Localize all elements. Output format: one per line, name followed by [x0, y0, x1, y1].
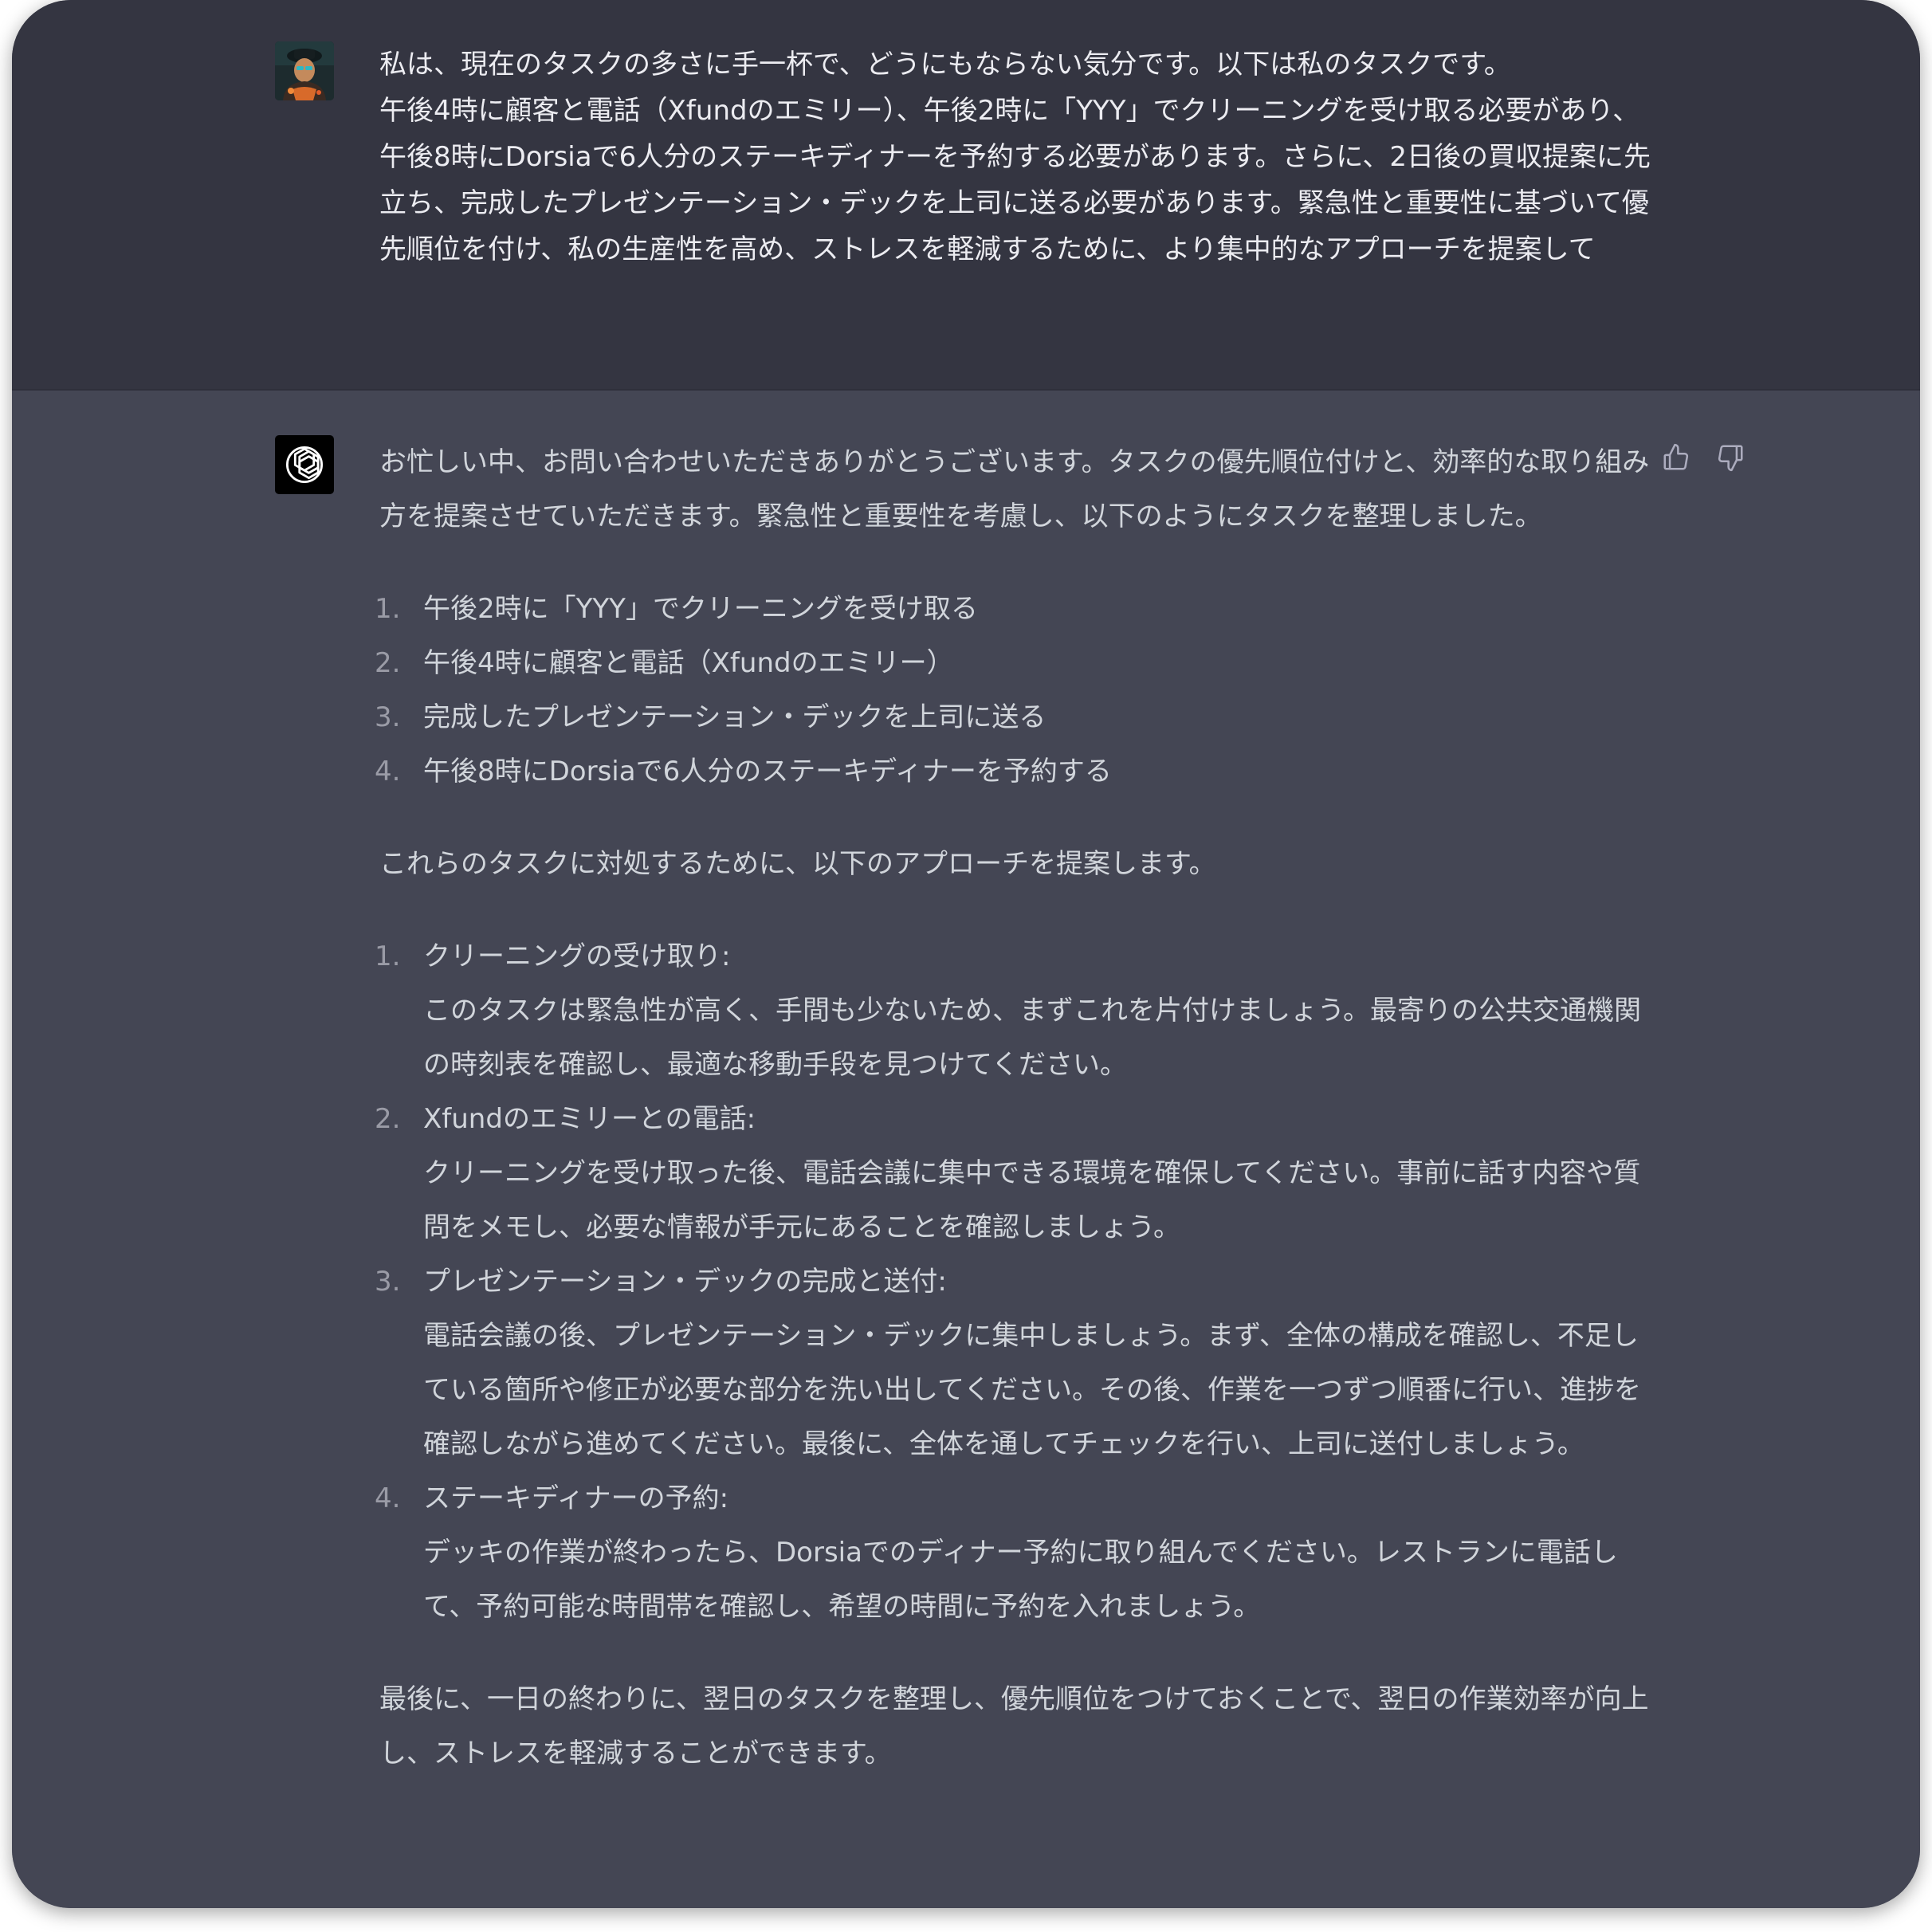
list-item-body: このタスクは緊急性が高く、手間も少ないため、まずこれを片付けましょう。最寄りの公…: [423, 995, 1641, 1081]
approach-intro: これらのタスクに対処するために、以下のアプローチを提案します。: [379, 848, 1216, 880]
list-item-body: 電話会議の後、プレゼンテーション・デックに集中しましょう。まず、全体の構成を確認…: [423, 1320, 1641, 1460]
list-item-text: 午後8時にDorsiaで6人分のステーキディナーを予約する: [423, 756, 1112, 787]
assistant-closing: 最後に、一日の終わりに、翌日のタスクを整理し、優先順位をつけておくことで、翌日の…: [379, 1683, 1649, 1769]
openai-logo-icon: [285, 446, 324, 484]
list-number: 3.: [375, 701, 401, 733]
list-number: 2.: [375, 1103, 401, 1135]
assistant-message-text: お忙しい中、お問い合わせいただきありがとうございます。タスクの優先順位付けと、効…: [375, 435, 1655, 1781]
list-number: 3.: [375, 1266, 401, 1298]
list-item: 3. プレゼンテーション・デックの完成と送付: 電話会議の後、プレゼンテーション…: [375, 1255, 1655, 1471]
list-item-title: Xfundのエミリーとの電話:: [423, 1103, 756, 1135]
thumbs-up-button[interactable]: [1657, 438, 1695, 477]
list-item-title: プレゼンテーション・デックの完成と送付:: [423, 1266, 947, 1298]
thumbs-up-icon: [1663, 443, 1689, 470]
list-item-title: ステーキディナーの予約:: [423, 1482, 729, 1514]
list-item: 2. 午後4時に顧客と電話（Xfundのエミリー）: [375, 636, 1655, 690]
user-message-row: 私は、現在のタスクの多さに手一杯で、どうにもならない気分です。以下は私のタスクで…: [12, 0, 1920, 391]
assistant-message-row: お忙しい中、お問い合わせいただきありがとうございます。タスクの優先順位付けと、効…: [12, 391, 1920, 1908]
user-avatar-image: [275, 41, 334, 100]
list-item-text: 完成したプレゼンテーション・デックを上司に送る: [423, 701, 1046, 733]
list-item: 2. Xfundのエミリーとの電話: クリーニングを受け取った後、電話会議に集中…: [375, 1092, 1655, 1255]
list-item: 4. 午後8時にDorsiaで6人分のステーキディナーを予約する: [375, 744, 1655, 799]
list-item: 1. 午後2時に「YYY」でクリーニングを受け取る: [375, 582, 1655, 636]
list-item-text: 午後4時に顧客と電話（Xfundのエミリー）: [423, 647, 954, 679]
user-message-text: 私は、現在のタスクの多さに手一杯で、どうにもならない気分です。以下は私のタスクで…: [379, 41, 1655, 273]
thumbs-down-button[interactable]: [1711, 438, 1749, 477]
list-item-title: クリーニングの受け取り:: [423, 940, 731, 972]
list-number: 1.: [375, 940, 401, 972]
chat-window: 私は、現在のタスクの多さに手一杯で、どうにもならない気分です。以下は私のタスクで…: [12, 0, 1920, 1908]
assistant-avatar: [275, 435, 334, 494]
approach-list: 1. クリーニングの受け取り: このタスクは緊急性が高く、手間も少ないため、まず…: [375, 929, 1655, 1634]
list-number: 4.: [375, 1482, 401, 1514]
list-number: 1.: [375, 593, 401, 625]
thumbs-down-icon: [1718, 445, 1743, 472]
list-item: 3. 完成したプレゼンテーション・デックを上司に送る: [375, 690, 1655, 744]
user-message-body: 私は、現在のタスクの多さに手一杯で、どうにもならない気分です。以下は私のタスクで…: [379, 49, 1651, 265]
list-item-body: デッキの作業が終わったら、Dorsiaでのディナー予約に取り組んでください。レス…: [423, 1537, 1618, 1623]
task-list: 1. 午後2時に「YYY」でクリーニングを受け取る 2. 午後4時に顧客と電話（Xf…: [375, 582, 1655, 799]
user-avatar: [275, 41, 334, 100]
list-number: 4.: [375, 756, 401, 787]
list-number: 2.: [375, 647, 401, 679]
list-item: 1. クリーニングの受け取り: このタスクは緊急性が高く、手間も少ないため、まず…: [375, 929, 1655, 1092]
list-item-body: クリーニングを受け取った後、電話会議に集中できる環境を確保してください。事前に話…: [423, 1157, 1641, 1243]
assistant-intro: お忙しい中、お問い合わせいただきありがとうございます。タスクの優先順位付けと、効…: [379, 446, 1650, 532]
list-item: 4. ステーキディナーの予約: デッキの作業が終わったら、Dorsiaでのディナ…: [375, 1471, 1655, 1634]
list-item-text: 午後2時に「YYY」でクリーニングを受け取る: [423, 593, 978, 625]
